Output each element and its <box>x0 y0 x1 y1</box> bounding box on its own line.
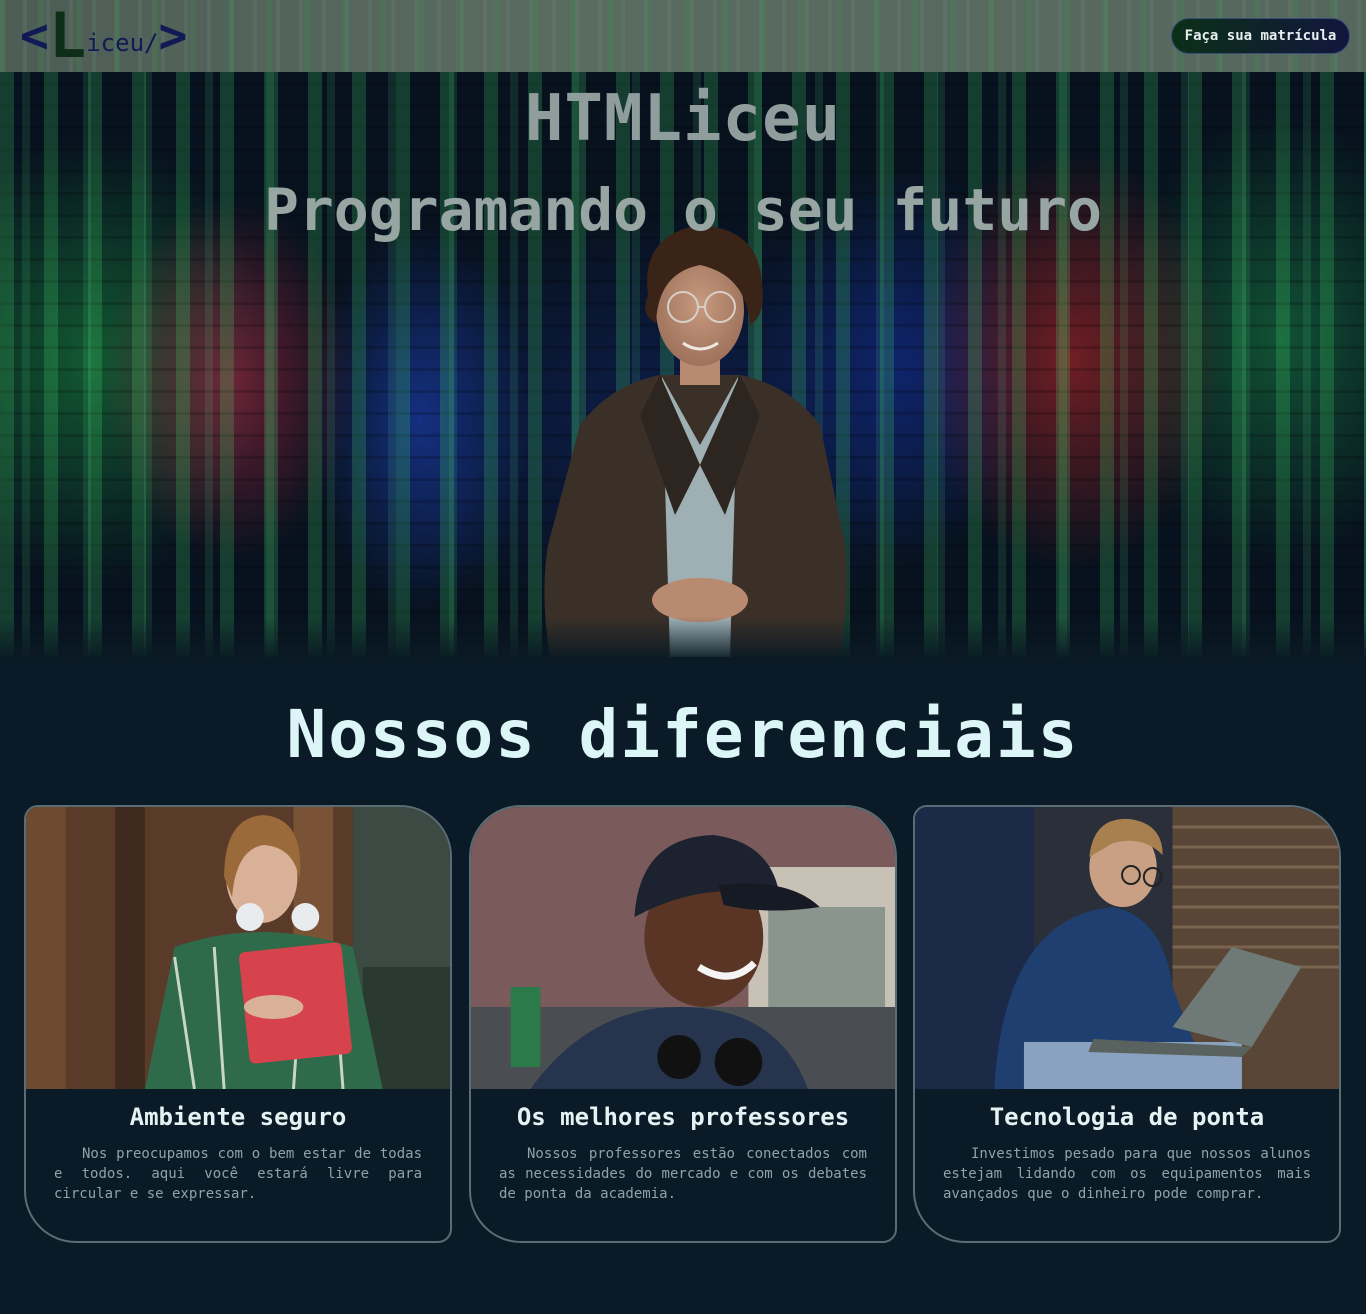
student-girl-photo <box>26 807 450 1089</box>
logo-open-bracket: < <box>20 8 49 64</box>
enroll-button[interactable]: Faça sua matrícula <box>1171 18 1350 54</box>
feature-card-text: Investimos pesado para que nossos alunos… <box>943 1146 1311 1202</box>
feature-card-safe-environment: Ambiente seguro Nos preocupamos com o be… <box>24 805 452 1243</box>
hero-presenter-image <box>544 225 847 657</box>
feature-card-title: Os melhores professores <box>516 1103 850 1131</box>
feature-card-title: Ambiente seguro <box>129 1103 347 1131</box>
feature-card-text: Nossos professores estão conectados com … <box>499 1146 867 1202</box>
logo-letter: L <box>48 0 87 72</box>
logo-word: iceu/ <box>86 29 159 57</box>
site-logo[interactable]: < L iceu/ > <box>20 0 188 72</box>
hero-title: HTMLiceu <box>524 82 842 156</box>
feature-card-tech: Tecnologia de ponta Investimos pesado pa… <box>913 805 1341 1243</box>
feature-card-title: Tecnologia de ponta <box>989 1103 1265 1131</box>
header-code-rain-background <box>0 0 1366 72</box>
student-boy-cap-photo <box>471 807 895 1089</box>
features-section-title: Nossos diferenciais <box>286 696 1080 773</box>
feature-card-best-teachers: Os melhores professores Nossos professor… <box>469 805 897 1243</box>
hero-bottom-shade <box>0 617 1366 657</box>
hero-banner: HTMLiceu Programando o seu futuro <box>0 0 1366 657</box>
feature-card-text: Nos preocupamos com o bem estar de todas… <box>54 1146 422 1202</box>
student-laptop-photo <box>915 807 1339 1089</box>
logo-close-bracket: > <box>158 8 188 64</box>
top-navigation-bar: < L iceu/ > Faça sua matrícula <box>0 0 1366 72</box>
hero-subtitle: Programando o seu futuro <box>263 176 1103 244</box>
